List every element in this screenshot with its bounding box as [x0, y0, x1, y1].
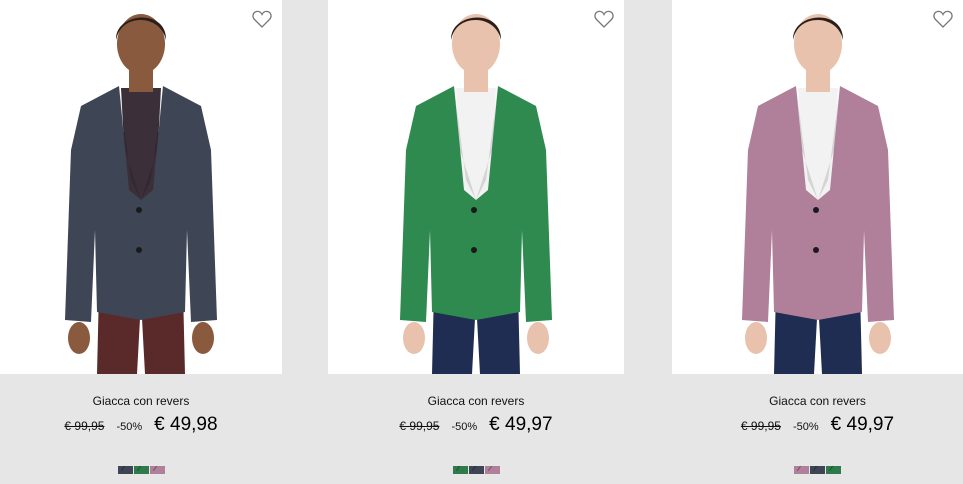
color-swatches: [672, 466, 963, 474]
heart-icon[interactable]: [933, 10, 953, 28]
original-price: € 99,95: [399, 419, 440, 433]
left-hand: [68, 322, 90, 354]
heart-icon[interactable]: [594, 10, 614, 28]
sale-price: € 49,98: [154, 414, 218, 435]
model-figure: [400, 14, 552, 374]
product-card[interactable]: Giacca con revers € 99,95 -50% € 49,97: [672, 0, 963, 484]
right-hand: [192, 322, 214, 354]
jacket-button: [812, 247, 819, 253]
price-row: € 99,95 -50% € 49,97: [328, 414, 624, 436]
heart-icon[interactable]: [252, 10, 272, 28]
color-swatches: [328, 466, 624, 474]
jacket-button: [471, 247, 477, 253]
product-image[interactable]: [328, 0, 624, 374]
jacket-button: [471, 207, 477, 213]
color-swatch[interactable]: [133, 466, 149, 474]
price-row: € 99,95 -50% € 49,97: [672, 414, 963, 436]
product-info: Giacca con revers € 99,95 -50% € 49,97: [328, 374, 624, 484]
color-swatch[interactable]: [826, 466, 841, 474]
product-card[interactable]: Giacca con revers € 99,95 -50% € 49,98: [0, 0, 282, 484]
price-row: € 99,95 -50% € 49,98: [0, 414, 282, 436]
sale-price: € 49,97: [830, 414, 895, 435]
color-swatch[interactable]: [452, 466, 468, 474]
discount-badge: -50%: [792, 421, 819, 433]
color-swatch[interactable]: [810, 466, 825, 474]
discount-badge: -50%: [116, 421, 143, 433]
color-swatches: [0, 466, 282, 474]
discount-badge: -50%: [451, 421, 478, 433]
product-info: Giacca con revers € 99,95 -50% € 49,97: [672, 374, 963, 484]
product-image[interactable]: [0, 0, 282, 374]
model-figure: [741, 14, 894, 374]
product-name[interactable]: Giacca con revers: [0, 394, 282, 408]
product-name[interactable]: Giacca con revers: [672, 394, 963, 408]
color-swatch[interactable]: [468, 466, 484, 474]
color-swatch[interactable]: [484, 466, 500, 474]
jacket-button: [812, 207, 819, 213]
left-hand: [403, 322, 425, 354]
product-card[interactable]: Giacca con revers € 99,95 -50% € 49,97: [328, 0, 624, 484]
color-swatch[interactable]: [794, 466, 809, 474]
sale-price: € 49,97: [489, 414, 553, 435]
right-hand: [527, 322, 549, 354]
product-image[interactable]: [672, 0, 963, 374]
jacket-button: [136, 247, 142, 253]
product-name[interactable]: Giacca con revers: [328, 394, 624, 408]
right-hand: [868, 322, 891, 354]
jacket-button: [136, 207, 142, 213]
product-info: Giacca con revers € 99,95 -50% € 49,98: [0, 374, 282, 484]
left-hand: [744, 322, 767, 354]
color-swatch[interactable]: [117, 466, 133, 474]
original-price: € 99,95: [64, 419, 105, 433]
original-price: € 99,95: [740, 419, 781, 433]
color-swatch[interactable]: [149, 466, 165, 474]
model-figure: [65, 14, 217, 374]
